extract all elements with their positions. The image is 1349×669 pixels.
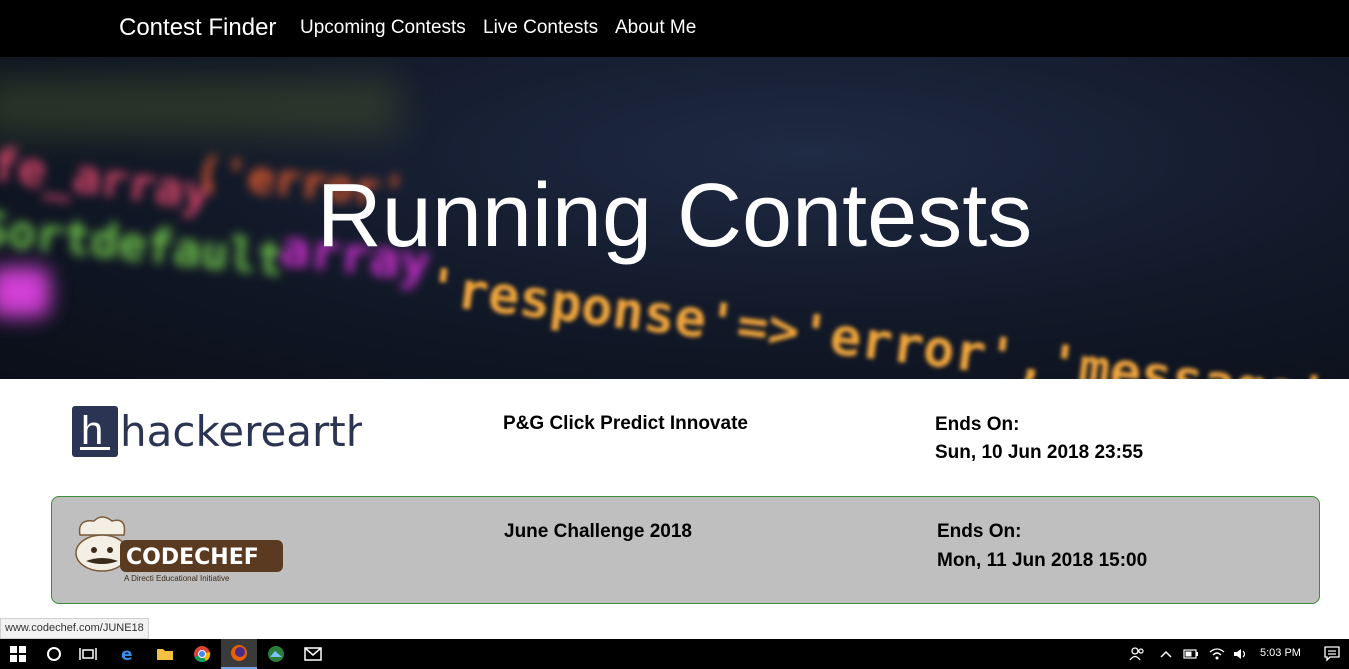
- top-navbar: Contest Finder Upcoming Contests Live Co…: [0, 0, 1349, 57]
- hackerearth-logo: h hackerearth: [72, 406, 362, 457]
- hero-banner: fe_array ('error' Sortdefault array 'res…: [0, 57, 1349, 379]
- people-icon[interactable]: [1124, 639, 1150, 669]
- battery-icon[interactable]: [1180, 639, 1202, 669]
- hero-decor-blob: [0, 77, 400, 137]
- ends-on-date: Mon, 11 Jun 2018 15:00: [937, 550, 1148, 571]
- codechef-logo: CODECHEF A Directi Educational Initiativ…: [75, 516, 283, 583]
- file-explorer-icon[interactable]: [147, 639, 183, 669]
- page-title: Running Contests: [316, 166, 1033, 266]
- ends-on-date: Sun, 10 Jun 2018 23:55: [935, 442, 1144, 463]
- photos-icon[interactable]: [258, 639, 294, 669]
- notifications-icon[interactable]: [1318, 639, 1346, 669]
- svg-text:A Directi Educational Initiati: A Directi Educational Initiative: [124, 574, 230, 583]
- status-bar-url: www.codechef.com/JUNE18: [0, 618, 149, 639]
- windows-start-icon[interactable]: [0, 639, 36, 669]
- edge-icon[interactable]: e: [110, 639, 146, 669]
- hero-decor-blob: [0, 267, 50, 317]
- chrome-icon[interactable]: [184, 639, 220, 669]
- contest-card[interactable]: CODECHEF A Directi Educational Initiativ…: [51, 496, 1320, 604]
- taskbar-clock[interactable]: 5:03 PM: [1260, 647, 1301, 659]
- brand-link[interactable]: Contest Finder: [119, 14, 276, 42]
- firefox-icon[interactable]: [221, 639, 257, 669]
- svg-text:e: e: [121, 645, 133, 663]
- ends-on-label: Ends On:: [935, 414, 1020, 435]
- wifi-icon[interactable]: [1206, 639, 1228, 669]
- volume-icon[interactable]: [1230, 639, 1252, 669]
- hero-code-line: 'response'=>'error','message': [422, 257, 1332, 379]
- task-view-icon[interactable]: [72, 639, 104, 669]
- chevron-up-icon[interactable]: [1155, 639, 1177, 669]
- svg-text:hackerearth: hackerearth: [120, 407, 362, 456]
- svg-text:CODECHEF: CODECHEF: [126, 545, 259, 570]
- cortana-icon[interactable]: [38, 639, 70, 669]
- nav-live-contests[interactable]: Live Contests: [483, 17, 598, 39]
- ends-on-label: Ends On:: [937, 521, 1022, 542]
- contest-name[interactable]: June Challenge 2018: [504, 521, 692, 543]
- windows-taskbar: e 5:03 PM: [0, 639, 1349, 669]
- contest-name[interactable]: P&G Click Predict Innovate: [503, 413, 748, 435]
- svg-text:h: h: [81, 409, 103, 453]
- nav-upcoming-contests[interactable]: Upcoming Contests: [300, 17, 466, 39]
- contest-card[interactable]: h hackerearth P&G Click Predict Innovate…: [51, 389, 1320, 497]
- mail-icon[interactable]: [295, 639, 331, 669]
- nav-about-me[interactable]: About Me: [615, 17, 696, 39]
